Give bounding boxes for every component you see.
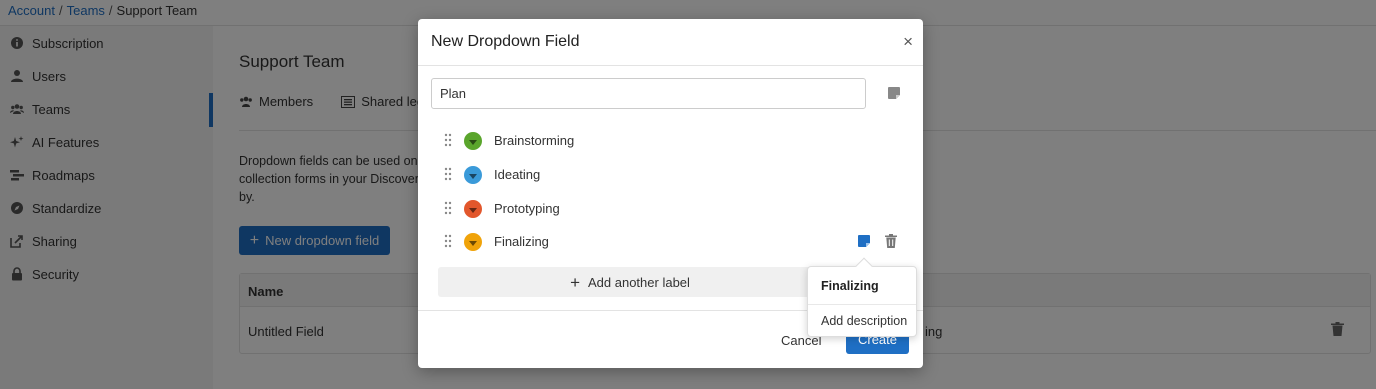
drag-handle-icon[interactable] [444, 133, 452, 147]
color-picker[interactable] [464, 132, 482, 150]
option-row: Prototyping [444, 196, 904, 222]
drag-handle-icon[interactable] [444, 167, 452, 181]
option-label[interactable]: Prototyping [494, 201, 560, 216]
add-description-link[interactable]: Add description [821, 314, 907, 328]
field-name-input[interactable] [431, 78, 866, 109]
trash-icon[interactable] [885, 234, 897, 248]
color-picker[interactable] [464, 200, 482, 218]
page: Account/Teams/Support Team Subscription … [0, 0, 1376, 389]
dialog-title: New Dropdown Field [431, 33, 580, 50]
popover-title: Finalizing [821, 279, 879, 293]
note-icon[interactable] [888, 87, 900, 99]
add-another-label-button[interactable]: + Add another label [438, 267, 822, 297]
drag-handle-icon[interactable] [444, 234, 452, 248]
divider [808, 304, 916, 305]
button-label: Add another label [588, 274, 690, 290]
color-picker[interactable] [464, 233, 482, 251]
divider [418, 65, 923, 66]
option-label[interactable]: Ideating [494, 167, 540, 182]
option-row-active: Finalizing [444, 229, 904, 255]
option-row: Ideating [444, 162, 904, 188]
close-icon[interactable]: × [903, 32, 913, 52]
plus-icon: + [570, 272, 580, 292]
drag-handle-icon[interactable] [444, 201, 452, 215]
note-icon[interactable] [858, 235, 870, 247]
color-picker[interactable] [464, 166, 482, 184]
label-popover: Finalizing Add description [807, 257, 917, 337]
option-row: Brainstorming [444, 128, 904, 154]
option-label[interactable]: Finalizing [494, 234, 549, 249]
option-label[interactable]: Brainstorming [494, 133, 574, 148]
